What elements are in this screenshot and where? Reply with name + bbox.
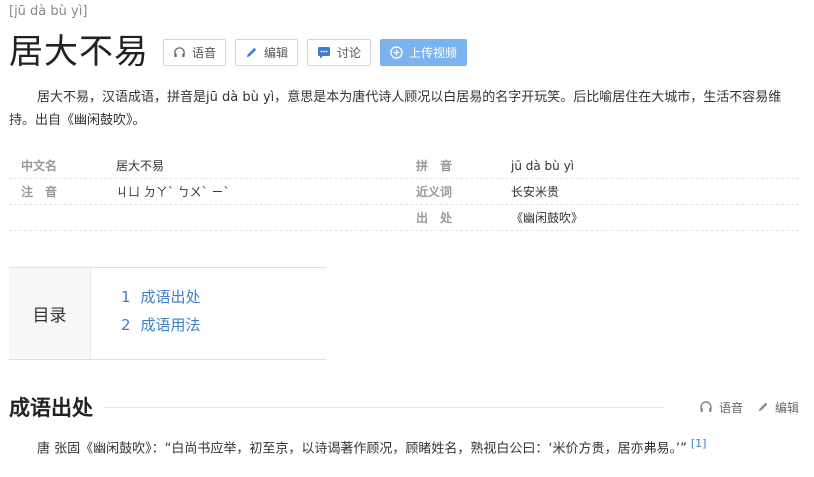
toc-label: 目录	[9, 268, 91, 359]
section-edit-label: 编辑	[774, 400, 799, 415]
voice-button[interactable]: 语音	[163, 38, 227, 66]
toc-item-usage[interactable]: 2 成语用法	[121, 315, 201, 343]
toc-item-number: 1	[121, 288, 131, 306]
basic-info-key: 注 音	[21, 185, 58, 199]
toc-item-number: 2	[121, 316, 131, 334]
pinyin-label: [jū dà bù yì]	[9, 4, 88, 19]
section-voice-button[interactable]: 语音	[699, 399, 743, 416]
section-title: 成语出处	[9, 396, 93, 420]
section-body-text: 唐 张固《幽闲鼓吹》：“白尚书应举，初至京，以诗谒著作顾况，顾睹姓名，熟视白公曰…	[37, 441, 687, 457]
basic-info-key: 出 处	[416, 211, 453, 225]
section-voice-label: 语音	[718, 400, 743, 415]
chat-icon	[318, 46, 331, 58]
basic-info-value: ㄐㄩ ㄉㄚˋ ㄅㄨˋ ㄧˋ	[116, 185, 230, 199]
toc-item-source[interactable]: 1 成语出处	[121, 287, 201, 315]
section-header: 成语出处 语音 编辑	[9, 392, 799, 422]
basic-info-value: jū dà bù yì	[511, 158, 575, 173]
headphones-icon	[700, 401, 712, 412]
basic-info-value: 长安米贵	[511, 185, 560, 199]
basic-info-table: 中文名 居大不易 拼 音 jū dà bù yì 注 音 ㄐㄩ ㄉㄚˋ ㄅㄨˋ …	[9, 153, 799, 231]
basic-info-key: 拼 音	[416, 159, 453, 173]
basic-info-key: 中文名	[21, 159, 58, 173]
toc-item-label: 成语出处	[140, 288, 201, 306]
basic-info-row: 出 处 《幽闲鼓吹》	[9, 205, 799, 231]
voice-button-label: 语音	[192, 45, 217, 60]
discuss-button[interactable]: 讨论	[307, 38, 372, 66]
section-edit-button[interactable]: 编辑	[757, 399, 799, 416]
toc-item-label: 成语用法	[140, 316, 201, 334]
basic-info-value: 居大不易	[116, 159, 165, 173]
toc-list: 1 成语出处 2 成语用法	[91, 268, 201, 359]
edit-button-label: 编辑	[264, 45, 289, 60]
page-title: 居大不易	[9, 32, 149, 72]
basic-info-row: 中文名 居大不易 拼 音 jū dà bù yì	[9, 153, 799, 179]
edit-button[interactable]: 编辑	[235, 38, 299, 66]
headphones-icon	[174, 46, 185, 57]
title-row: 居大不易 语音 编辑 讨论 上传视频	[9, 30, 476, 74]
table-of-contents: 目录 1 成语出处 2 成语用法	[9, 267, 326, 360]
basic-info-value: 《幽闲鼓吹》	[511, 211, 584, 225]
upload-video-button-label: 上传视频	[409, 45, 458, 60]
basic-info-key: 近义词	[416, 185, 453, 199]
pencil-icon	[246, 47, 257, 57]
pencil-icon	[758, 402, 768, 412]
reference-link[interactable]: [1]	[691, 437, 707, 450]
section-body: 唐 张固《幽闲鼓吹》：“白尚书应举，初至京，以诗谒著作顾况，顾睹姓名，熟视白公曰…	[9, 433, 799, 460]
basic-info-row: 注 音 ㄐㄩ ㄉㄚˋ ㄅㄨˋ ㄧˋ 近义词 长安米贵	[9, 179, 799, 205]
upload-video-button[interactable]: 上传视频	[380, 38, 468, 66]
summary-paragraph: 居大不易，汉语成语，拼音是jū dà bù yì，意思是本为唐代诗人顾况以白居易…	[9, 90, 782, 128]
discuss-button-label: 讨论	[337, 45, 362, 60]
section-divider	[103, 406, 663, 408]
plus-circle-icon	[390, 45, 403, 59]
